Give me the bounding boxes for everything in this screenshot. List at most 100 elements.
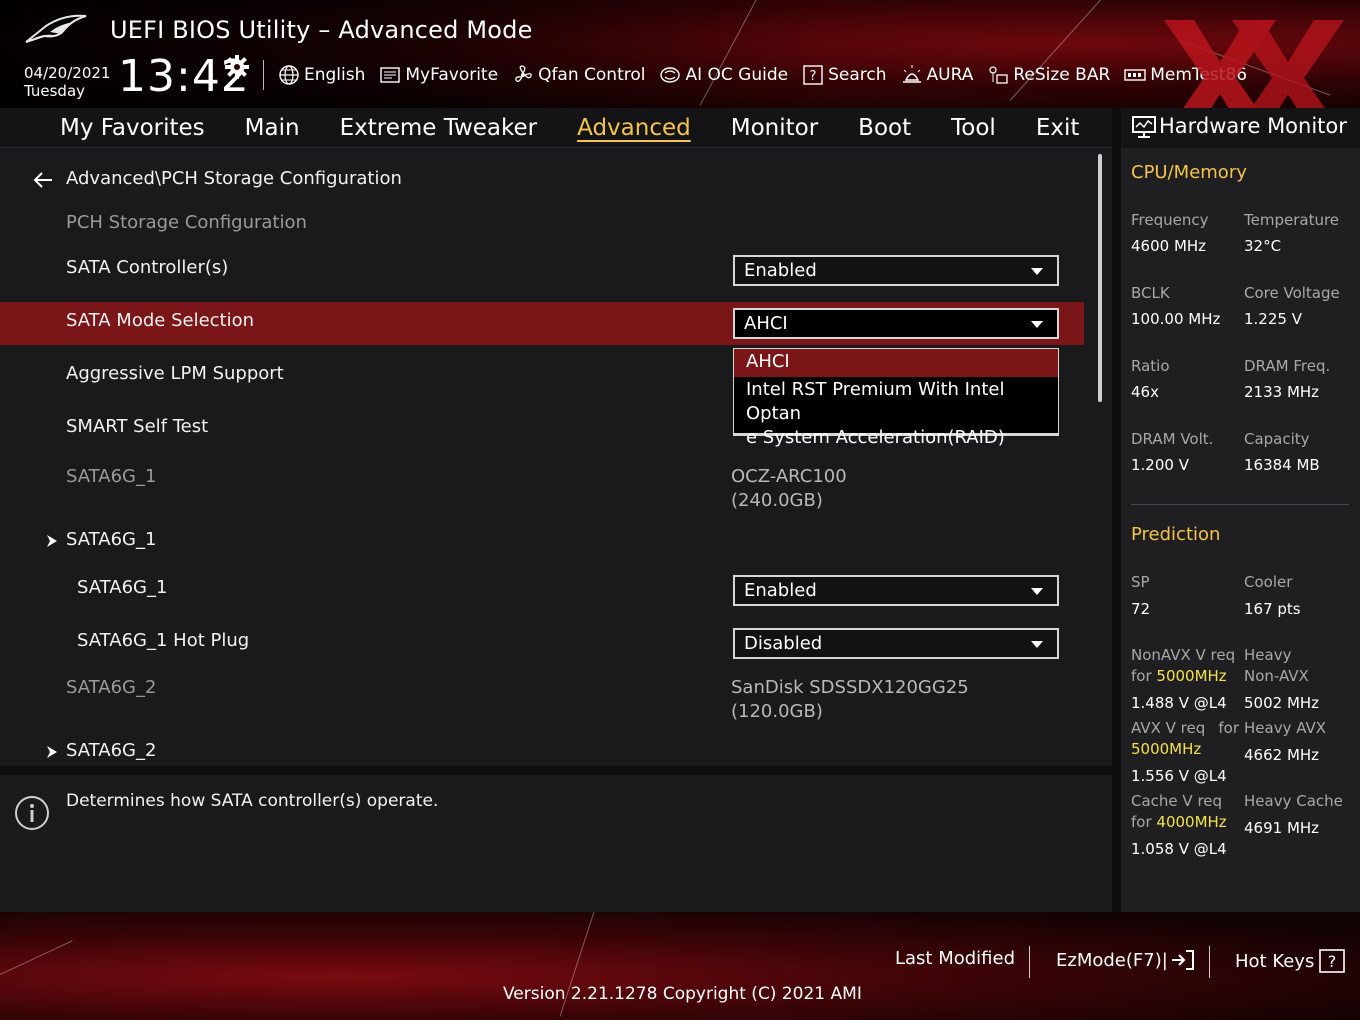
sata6g-2-info-label: SATA6G_2: [66, 677, 157, 698]
core-voltage-value: 1.225 V: [1244, 310, 1302, 328]
day-text: Tuesday: [24, 82, 86, 100]
capacity-value: 16384 MB: [1244, 456, 1320, 474]
language-label: English: [304, 65, 366, 85]
resize-bar-label: ReSize BAR: [1013, 65, 1111, 85]
resize-bar-button[interactable]: ReSize BAR: [987, 64, 1110, 86]
aura-button[interactable]: AURA: [901, 64, 974, 86]
memtest-label: MemTest86: [1150, 65, 1248, 85]
monitor-icon: [1132, 116, 1156, 138]
avx-req-freq: 5000MHz: [1131, 740, 1202, 758]
chevron-down-icon: [1031, 321, 1043, 328]
help-text: Determines how SATA controller(s) operat…: [66, 791, 439, 811]
date-text: 04/20/2021: [24, 64, 111, 82]
sp-value: 72: [1131, 600, 1151, 618]
footer-separator: [1209, 946, 1210, 978]
app-title: UEFI BIOS Utility – Advanced Mode: [110, 16, 533, 44]
dropdown-option-ahci[interactable]: AHCI: [734, 349, 1058, 377]
chevron-down-icon: [1031, 641, 1043, 648]
temperature-label: Temperature: [1244, 211, 1340, 229]
ezmode-button[interactable]: EzMode(F7)|: [1056, 948, 1196, 972]
bclk-value: 100.00 MHz: [1131, 310, 1221, 328]
nonavx-req-for: for: [1131, 667, 1152, 685]
hardware-monitor-title: Hardware Monitor: [1159, 114, 1347, 138]
fan-icon: [515, 65, 532, 83]
sata6g-1-hotplug-label: SATA6G_1 Hot Plug: [77, 630, 250, 651]
settings-panel: Advanced\PCH Storage Configuration PCH S…: [0, 148, 1112, 766]
tab-my-favorites[interactable]: My Favorites: [40, 110, 225, 146]
cache-req-freq: 4000MHz: [1156, 813, 1227, 831]
footer-separator: [1029, 946, 1030, 978]
dram-volt-label: DRAM Volt.: [1131, 430, 1214, 448]
tab-advanced[interactable]: Advanced: [557, 110, 711, 146]
dropdown-option-raid[interactable]: Intel RST Premium With Intel Optan e Sys…: [734, 377, 1056, 450]
sata-controllers-select[interactable]: Enabled: [733, 255, 1059, 286]
sata-mode-select[interactable]: AHCI: [733, 308, 1059, 339]
cache-req-line1: Cache V req: [1131, 792, 1223, 810]
sata6g-1-enable-select[interactable]: Enabled: [733, 575, 1059, 606]
sata6g-1-enable-value: Enabled: [744, 580, 817, 601]
version-text: Version 2.21.1278 Copyright (C) 2021 AMI: [503, 984, 862, 1004]
sata-mode-value: AHCI: [744, 313, 788, 334]
info-icon: [15, 796, 49, 830]
cooler-label: Cooler: [1244, 573, 1293, 591]
nonavx-req-value: 1.488 V @L4: [1131, 694, 1227, 712]
sata6g-1-device-info: OCZ-ARC100 (240.0GB): [731, 465, 847, 513]
sata-controllers-value: Enabled: [744, 260, 817, 281]
sata6g-2-group[interactable]: SATA6G_2: [66, 740, 156, 761]
sata-controllers-label: SATA Controller(s): [66, 257, 229, 278]
favorite-icon: [380, 67, 401, 83]
tab-exit[interactable]: Exit: [1016, 110, 1100, 146]
core-voltage-label: Core Voltage: [1244, 284, 1340, 302]
tab-monitor[interactable]: Monitor: [711, 110, 838, 146]
memtest-button[interactable]: MemTest86: [1124, 64, 1247, 86]
date-display: 04/20/2021 Tuesday: [24, 64, 110, 100]
sata6g-1-group[interactable]: SATA6G_1: [66, 529, 156, 550]
globe-icon: [279, 65, 299, 85]
ezmode-label: EzMode(F7)|: [1056, 949, 1168, 971]
dram-volt-value: 1.200 V: [1131, 456, 1189, 474]
breadcrumb: Advanced\PCH Storage Configuration: [66, 168, 402, 189]
frequency-label: Frequency: [1131, 211, 1209, 229]
hot-keys-button[interactable]: Hot Keys ?: [1235, 948, 1346, 974]
search-icon: ?: [803, 65, 823, 85]
nonavx-req-label: NonAVX V req for 5000MHz: [1131, 645, 1235, 687]
gear-icon[interactable]: [224, 54, 250, 80]
sata6g-2-device-info: SanDisk SDSSDX120GG25 (120.0GB): [731, 676, 969, 724]
myfavorite-label: MyFavorite: [405, 65, 499, 85]
tab-main[interactable]: Main: [225, 110, 320, 146]
bclk-label: BCLK: [1131, 284, 1170, 302]
last-modified-button[interactable]: Last Modified: [895, 948, 1015, 969]
qfan-label: Qfan Control: [538, 65, 646, 85]
heavy-nonavx-line2: Non-AVX: [1244, 667, 1309, 685]
svg-text:?: ?: [1328, 952, 1337, 971]
aura-label: AURA: [926, 65, 974, 85]
sata6g-1-hotplug-select[interactable]: Disabled: [733, 628, 1059, 659]
heavy-nonavx-value: 5002 MHz: [1244, 694, 1320, 712]
temperature-value: 32°C: [1244, 237, 1282, 255]
sata6g-1-enable-label: SATA6G_1: [77, 577, 168, 598]
scrollbar[interactable]: [1098, 154, 1102, 402]
sata-mode-dropdown: AHCI Intel RST Premium With Intel Optan …: [733, 348, 1059, 448]
help-panel: Determines how SATA controller(s) operat…: [0, 775, 1112, 912]
myfavorite-button[interactable]: MyFavorite: [379, 64, 498, 86]
avx-req-label: AVX V req for 5000MHz: [1131, 718, 1239, 760]
avx-req-value: 1.556 V @L4: [1131, 767, 1227, 785]
ai-oc-guide-button[interactable]: AI OC Guide: [659, 64, 788, 86]
heavy-avx-label: Heavy AVX: [1244, 719, 1327, 737]
hot-keys-label: Hot Keys: [1235, 950, 1315, 972]
nonavx-req-line2: for 5000MHz: [1131, 666, 1235, 687]
exit-icon: [1171, 950, 1194, 970]
cpu-memory-title: CPU/Memory: [1131, 162, 1247, 183]
chevron-right-icon: [47, 535, 57, 547]
tab-extreme-tweaker[interactable]: Extreme Tweaker: [320, 110, 558, 146]
cache-req-for: for: [1131, 813, 1152, 831]
nonavx-req-line1: NonAVX V req: [1131, 646, 1236, 664]
tab-boot[interactable]: Boot: [838, 110, 931, 146]
search-button[interactable]: ? Search: [802, 64, 887, 86]
language-button[interactable]: English: [278, 64, 365, 86]
qfan-control-button[interactable]: Qfan Control: [512, 64, 645, 86]
back-arrow-icon[interactable]: [32, 170, 54, 190]
hwm-divider: [1131, 504, 1349, 505]
memtest-icon: [1124, 69, 1146, 81]
tab-tool[interactable]: Tool: [931, 110, 1016, 146]
